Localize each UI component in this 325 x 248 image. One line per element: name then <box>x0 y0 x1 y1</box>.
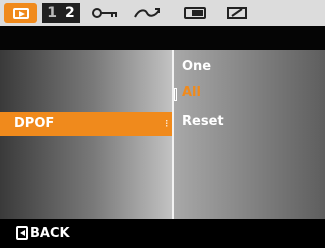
tab-edit[interactable] <box>220 3 254 23</box>
submenu-option-one[interactable]: One <box>182 59 211 74</box>
rotate-icon <box>134 8 160 18</box>
protect-key-icon <box>92 8 117 18</box>
bottom-bar: BACK <box>0 219 325 248</box>
back-label: BACK <box>30 225 70 241</box>
back-icon <box>16 226 28 240</box>
tab-page-1[interactable]: 1 <box>47 5 57 21</box>
tab-protect[interactable] <box>88 3 122 23</box>
submenu-panel: One All Reset <box>172 50 325 219</box>
tab-playback[interactable] <box>4 3 37 23</box>
top-tab-bar: 1 2 <box>0 0 325 26</box>
tab-page-numbers[interactable]: 1 2 <box>42 3 80 23</box>
submenu-option-all[interactable]: All <box>182 85 201 100</box>
tab-page-2[interactable]: 2 <box>65 5 75 21</box>
submenu-option-reset[interactable]: Reset <box>182 114 224 129</box>
playback-icon <box>12 7 29 19</box>
menu-item-dpof[interactable]: DPOF <box>0 112 172 136</box>
back-button[interactable]: BACK <box>16 224 70 242</box>
header-spacer <box>0 26 325 50</box>
playback-effect-icon <box>184 7 206 19</box>
edit-icon <box>227 7 247 19</box>
tab-rotate[interactable] <box>130 3 164 23</box>
selection-marker <box>174 88 177 101</box>
tab-playback-effect[interactable] <box>178 3 212 23</box>
